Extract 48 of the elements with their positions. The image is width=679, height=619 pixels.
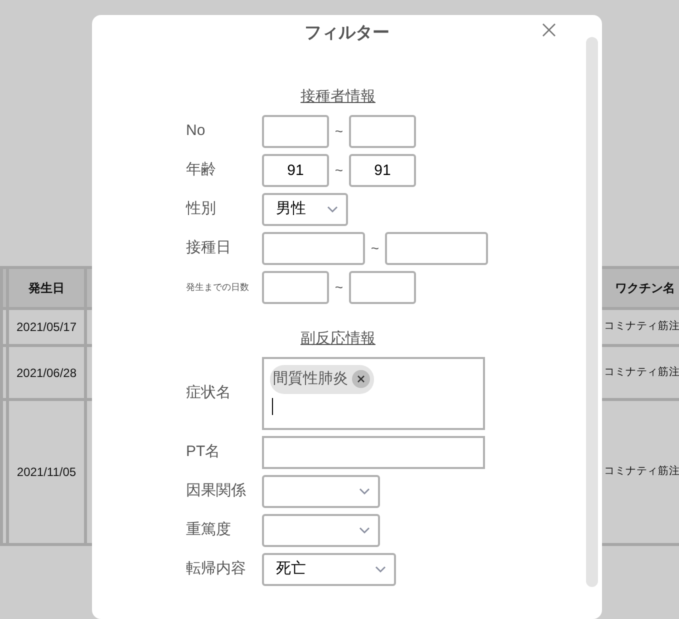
input-field[interactable]: 91 [262,154,329,187]
input-field[interactable] [262,271,329,304]
select-field[interactable] [262,514,380,547]
field-label: 転帰内容 [186,559,247,580]
field-label: 症状名 [186,383,232,404]
tag-input-field[interactable]: 間質性肺炎 [262,357,485,430]
input-field[interactable] [262,232,365,265]
field-label: No [186,121,206,142]
column-header: 発生日 [8,268,86,308]
section-heading: 副反応情報 [300,330,376,348]
table-cell: コミナティ筋注 [600,400,679,544]
range-separator: ~ [334,122,344,141]
table-cell: 2021/06/28 [8,346,86,400]
input-field[interactable] [349,271,416,304]
table-cell: コミナティ筋注 [600,308,679,346]
section-heading: 接種者情報 [300,88,376,106]
chevron-icon [375,566,386,573]
field-label: 重篤度 [186,520,232,540]
input-field[interactable] [385,232,488,265]
close-icon[interactable] [542,23,556,37]
select-field[interactable] [262,475,380,508]
chevron-icon [359,488,370,495]
range-separator: ~ [334,278,344,297]
table-cell: 2021/05/17 [8,308,86,346]
table-cell: コミナティ筋注 [600,346,679,400]
range-separator: ~ [334,161,344,180]
input-field[interactable] [349,115,416,148]
column-header: ワクチン名 [600,268,679,308]
select-field[interactable]: 男性 [262,193,348,226]
table-cell: 2021/11/05 [8,400,86,544]
input-field[interactable]: 91 [349,154,416,187]
input-field[interactable] [262,115,329,148]
tag-chip: 間質性肺炎 [270,365,374,394]
field-label: PT名 [186,442,222,462]
chevron-icon [327,206,338,213]
field-label: 性別 [186,199,217,220]
field-label: 年齢 [186,160,217,180]
text-cursor [272,398,273,414]
field-label: 発生までの日数 [186,280,250,294]
range-separator: ~ [370,239,380,258]
select-field[interactable]: 死亡 [262,553,396,586]
dialog-title: フィルター [304,22,390,44]
field-label: 因果関係 [186,481,247,502]
chevron-icon [359,527,370,534]
input-field[interactable] [262,436,485,469]
remove-icon[interactable] [352,370,370,388]
field-label: 接種日 [186,238,232,258]
scrollbar[interactable] [586,37,598,587]
